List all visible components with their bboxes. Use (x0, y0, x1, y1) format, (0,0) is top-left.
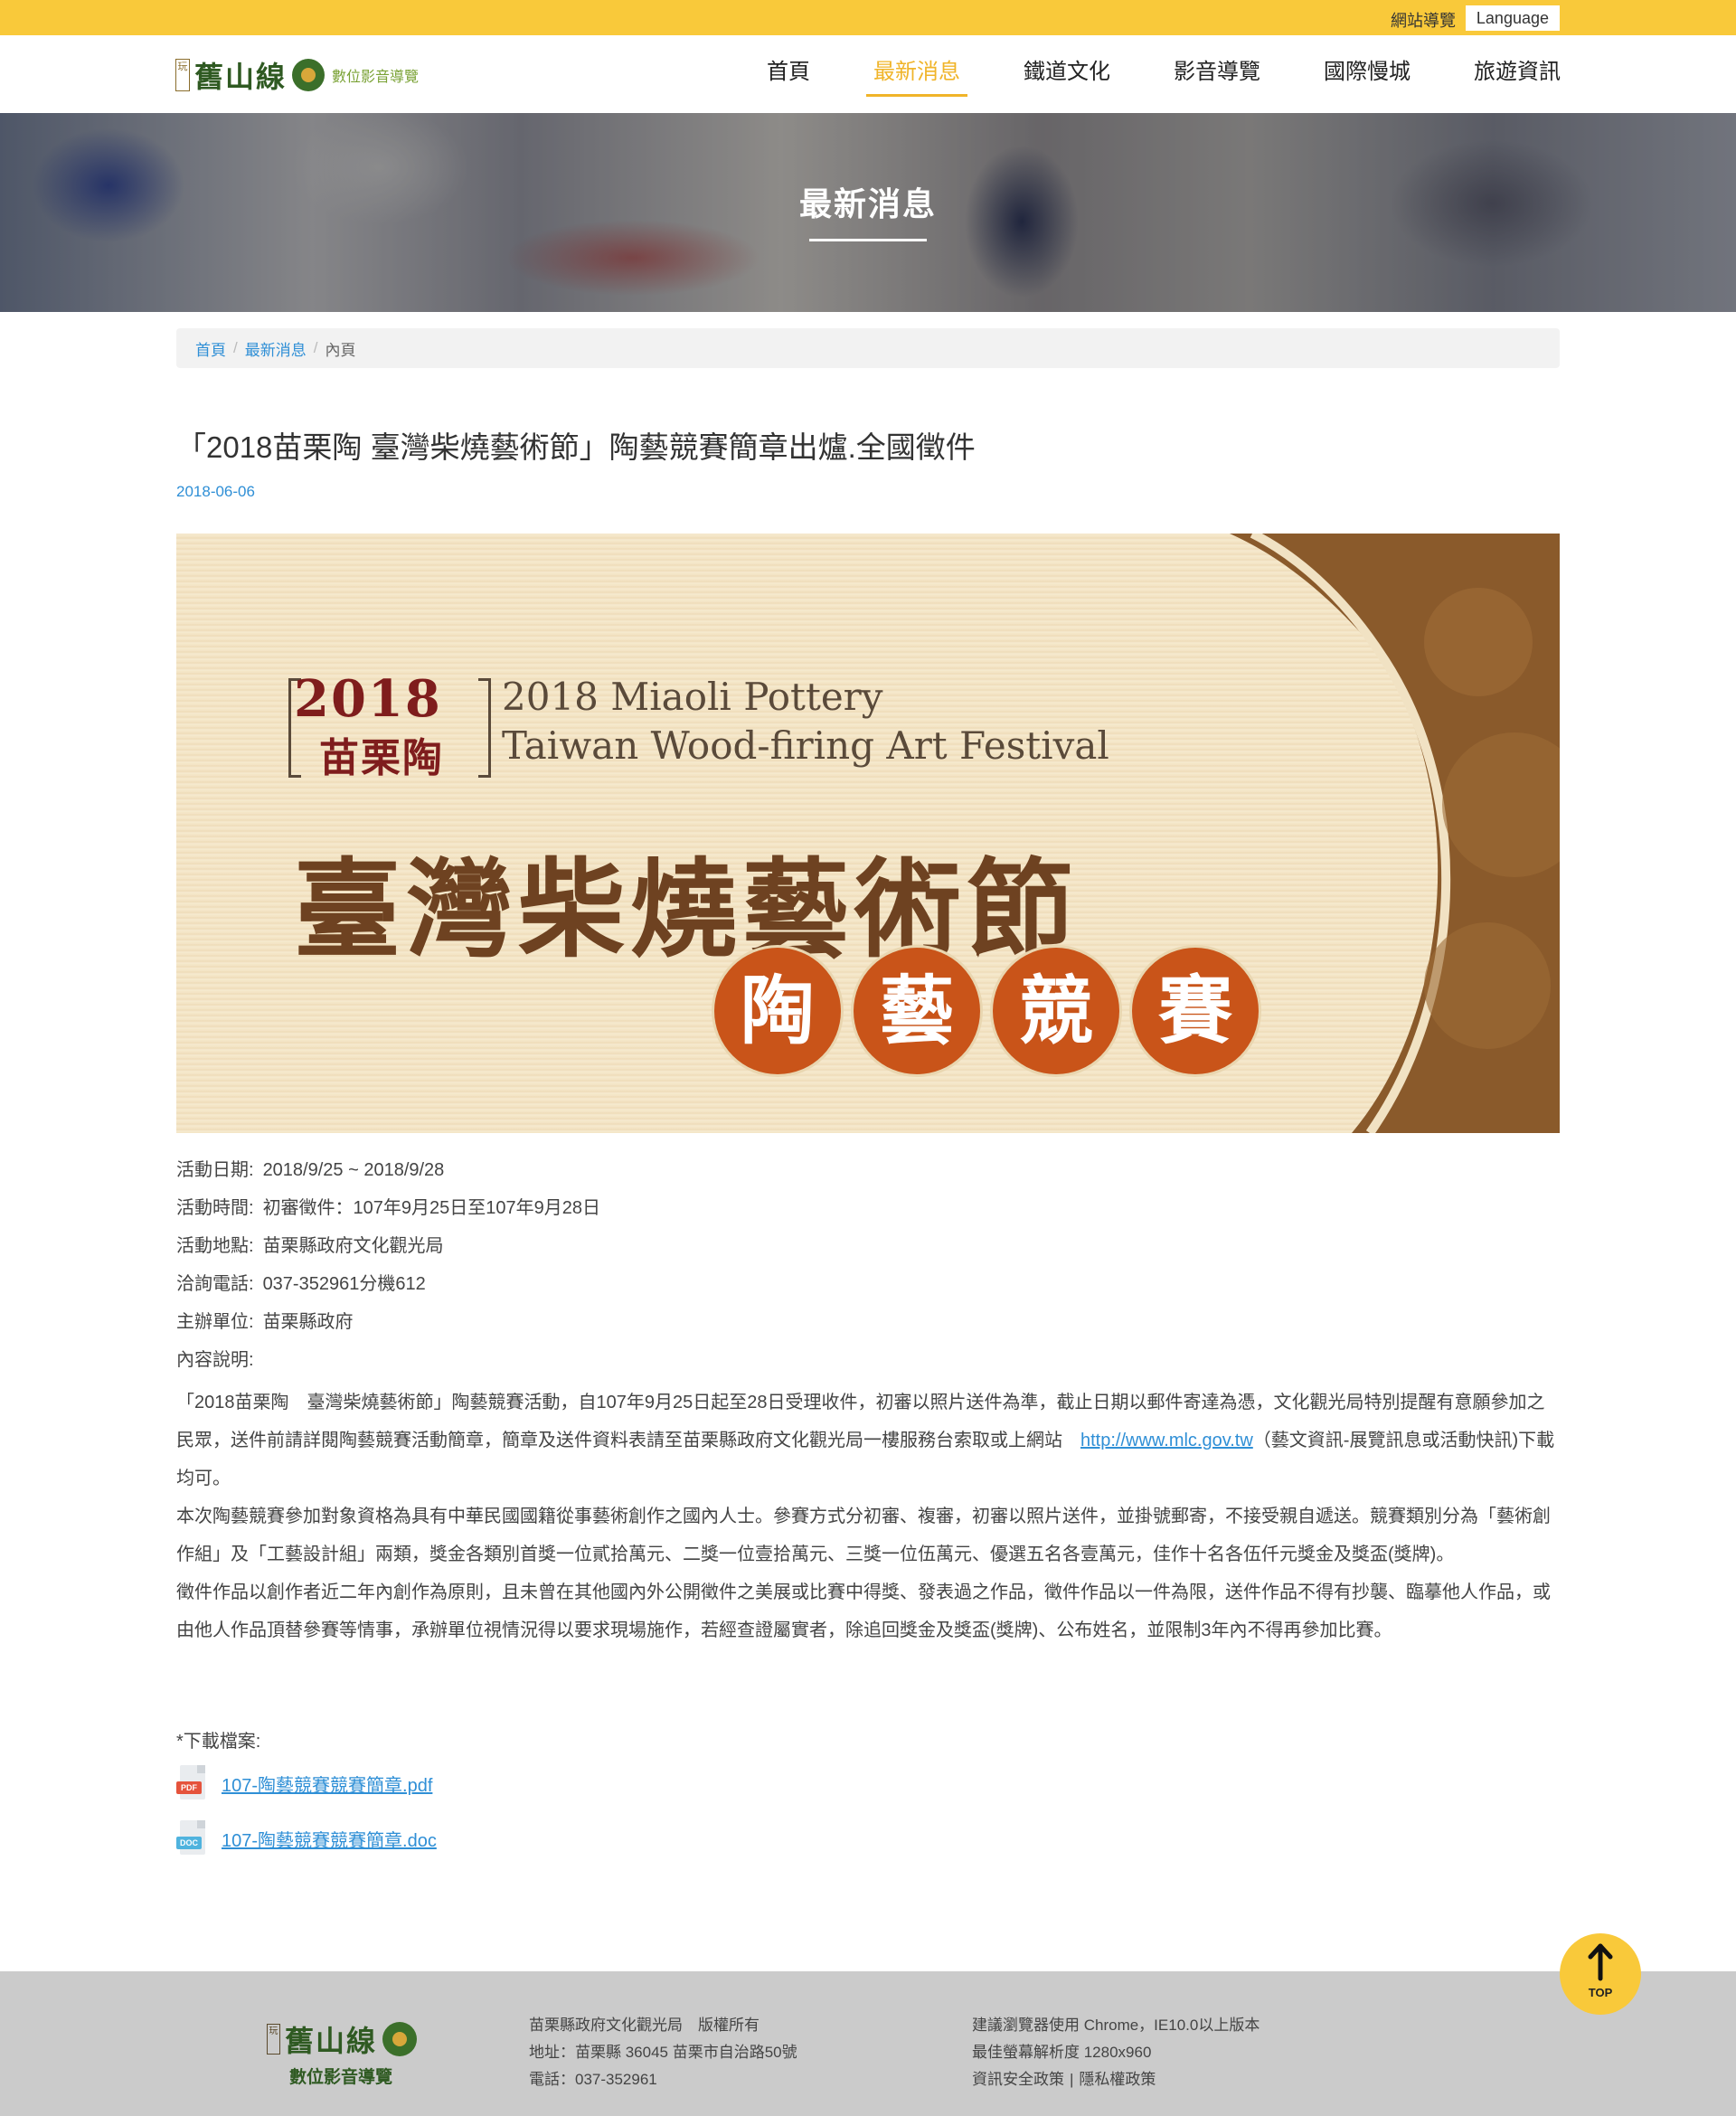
footer-logo-seal-icon: 玩 (267, 2024, 280, 2055)
hero-badge-char: 賽 (1132, 948, 1259, 1074)
info-row-description: 內容說明: (176, 1346, 1560, 1384)
footer-notes: 建議瀏覽器使用 Chrome，IE10.0以上版本 最佳螢幕解析度 1280x9… (972, 2012, 1260, 2093)
hero-english-line-1: 2018 Miaoli Pottery (502, 675, 883, 719)
info-row-date: 活動日期: 2018/9/25 ~ 2018/9/28 (176, 1156, 1560, 1194)
footer-resolution-note: 最佳螢幕解析度 1280x960 (972, 2044, 1152, 2061)
top-utility-bar: 網站導覽 Language (0, 0, 1736, 35)
event-info-list: 活動日期: 2018/9/25 ~ 2018/9/28 活動時間: 初審徵件：107… (176, 1156, 1560, 1384)
hero-badge-char: 藝 (854, 948, 980, 1074)
language-button[interactable]: Language (1465, 5, 1560, 31)
hero-year: 2018 (294, 669, 442, 729)
back-to-top-button[interactable]: TOP (1560, 1933, 1641, 2015)
nav-item-home[interactable]: 首頁 (703, 35, 810, 113)
info-row-organizer: 主辦單位: 苗栗縣政府 (176, 1308, 1560, 1346)
footer-logo[interactable]: 玩 舊山線 數位影音導覽 (267, 2018, 418, 2088)
info-value: 苗栗縣政府文化觀光局 (262, 1236, 444, 1256)
hero-badge-char: 競 (993, 948, 1119, 1074)
doc-file-icon: DOC (176, 1820, 207, 1856)
info-value: 苗栗縣政府 (262, 1312, 354, 1332)
download-link-doc[interactable]: 107-陶藝競賽競賽簡章.doc (222, 1826, 437, 1852)
download-item-pdf: PDF 107-陶藝競賽競賽簡章.pdf (176, 1765, 432, 1801)
logo-seal-icon: 玩 (175, 59, 190, 91)
info-label: 內容說明: (176, 1350, 254, 1370)
footer-contact: 苗栗縣政府文化觀光局 版權所有 地址：苗栗縣 36045 苗栗市自治路50號 電… (529, 2012, 797, 2093)
info-row-phone: 洽詢電話: 037-352961分機612 (176, 1270, 1560, 1308)
breadcrumb-separator: / (313, 339, 318, 356)
info-label: 洽詢電話: (176, 1274, 254, 1294)
info-row-location: 活動地點: 苗栗縣政府文化觀光局 (176, 1232, 1560, 1270)
info-label: 主辦單位: (176, 1312, 254, 1332)
info-label: 活動地點: (176, 1236, 254, 1256)
site-footer: 玩 舊山線 數位影音導覽 苗栗縣政府文化觀光局 版權所有 地址：苗栗縣 3604… (0, 1971, 1736, 2116)
nav-item-news[interactable]: 最新消息 (810, 35, 967, 113)
nav-item-travel-info[interactable]: 旅遊資訊 (1410, 35, 1561, 113)
info-row-time: 活動時間: 初審徵件：107年9月25日至107年9月28日 (176, 1194, 1560, 1232)
hero-miaoli-pottery: 苗栗陶 (319, 735, 444, 781)
info-value: 2018/9/25 ~ 2018/9/28 (262, 1160, 445, 1180)
info-label: 活動時間: (176, 1198, 254, 1218)
title-bracket-right (478, 678, 491, 778)
info-label: 活動日期: (176, 1160, 254, 1180)
banner-title-underline (809, 239, 927, 241)
downloads-heading: *下載檔案: (176, 1732, 261, 1752)
breadcrumb-current: 內頁 (325, 341, 356, 359)
download-item-doc: DOC 107-陶藝競賽競賽簡章.doc (176, 1820, 437, 1856)
breadcrumb-separator: / (233, 339, 238, 356)
logo-subtitle: 數位影音導覽 (332, 70, 420, 85)
footer-copyright: 苗栗縣政府文化觀光局 版權所有 (529, 2017, 760, 2034)
privacy-policy-link[interactable]: 隱私權政策 (1079, 2071, 1156, 2088)
info-value: 初審徵件：107年9月25日至107年9月28日 (262, 1198, 601, 1218)
sitemap-link[interactable]: 網站導覽 (1391, 8, 1456, 32)
info-value: 037-352961分機612 (262, 1274, 426, 1294)
breadcrumb: 首頁 / 最新消息 / 內頁 (176, 328, 1560, 368)
logo-name: 舊山線 (194, 60, 288, 94)
footer-train-tunnel-icon (382, 2022, 418, 2056)
security-policy-link[interactable]: 資訊安全政策 (972, 2071, 1064, 2088)
hero-competition-badges: 陶 藝 競 賽 (714, 948, 1259, 1074)
download-link-pdf[interactable]: 107-陶藝競賽競賽簡章.pdf (222, 1771, 432, 1797)
pdf-file-icon: PDF (176, 1765, 207, 1801)
main-nav: 首頁 最新消息 鐵道文化 影音導覽 國際慢城 旅遊資訊 (703, 35, 1561, 113)
hero-badge-char: 陶 (714, 948, 841, 1074)
article-hero-image: 2018 苗栗陶 2018 Miaoli Pottery Taiwan Wood… (176, 534, 1560, 1133)
article-title: 「2018苗栗陶 臺灣柴燒藝術節」陶藝競賽簡章出爐.全國徵件 (176, 430, 976, 464)
body-paragraph-3: 徵件作品以創作者近二年內創作為原則，且未曾在其他國內外公開徵件之美展或比賽中得獎… (176, 1582, 1551, 1640)
article-body: 「2018苗栗陶 臺灣柴燒藝術節」陶藝競賽活動，自107年9月25日起至28日受… (176, 1384, 1560, 1649)
mlc-website-link[interactable]: http://www.mlc.gov.tw (1080, 1431, 1253, 1450)
footer-logo-subtitle: 數位影音導覽 (289, 2068, 393, 2087)
back-to-top-label: TOP (1588, 1986, 1613, 1999)
arrow-up-icon (1588, 1943, 1613, 1981)
nav-item-video-guide[interactable]: 影音導覽 (1110, 35, 1260, 113)
footer-policy-links: 資訊安全政策 | 隱私權政策 (972, 2066, 1260, 2093)
article-date: 2018-06-06 (176, 483, 255, 500)
footer-logo-name: 舊山線 (285, 2024, 378, 2058)
site-logo[interactable]: 玩 舊山線 數位影音導覽 (175, 55, 419, 95)
footer-phone: 電話：037-352961 (529, 2071, 657, 2088)
nav-item-slow-city[interactable]: 國際慢城 (1260, 35, 1410, 113)
banner-title: 最新消息 (798, 185, 937, 222)
footer-browser-note: 建議瀏覽器使用 Chrome，IE10.0以上版本 (972, 2017, 1260, 2034)
hero-english-line-2: Taiwan Wood-firing Art Festival (502, 723, 1109, 768)
breadcrumb-home[interactable]: 首頁 (195, 337, 226, 360)
page-banner: 最新消息 (0, 113, 1736, 312)
footer-link-separator: | (1070, 2071, 1074, 2088)
nav-item-railway-culture[interactable]: 鐵道文化 (960, 35, 1110, 113)
breadcrumb-news[interactable]: 最新消息 (245, 337, 307, 360)
train-tunnel-icon (292, 59, 326, 91)
footer-address: 地址：苗栗縣 36045 苗栗市自治路50號 (529, 2044, 797, 2061)
body-paragraph-2: 本次陶藝競賽參加對象資格為具有中華民國國籍從事藝術創作之國內人士。參賽方式分初審… (176, 1507, 1551, 1564)
body-paragraph-1: 「2018苗栗陶 臺灣柴燒藝術節」陶藝競賽活動，自107年9月25日起至28日受… (176, 1384, 1560, 1497)
site-header: 玩 舊山線 數位影音導覽 首頁 最新消息 鐵道文化 影音導覽 國際慢城 旅遊資訊 (0, 35, 1736, 113)
